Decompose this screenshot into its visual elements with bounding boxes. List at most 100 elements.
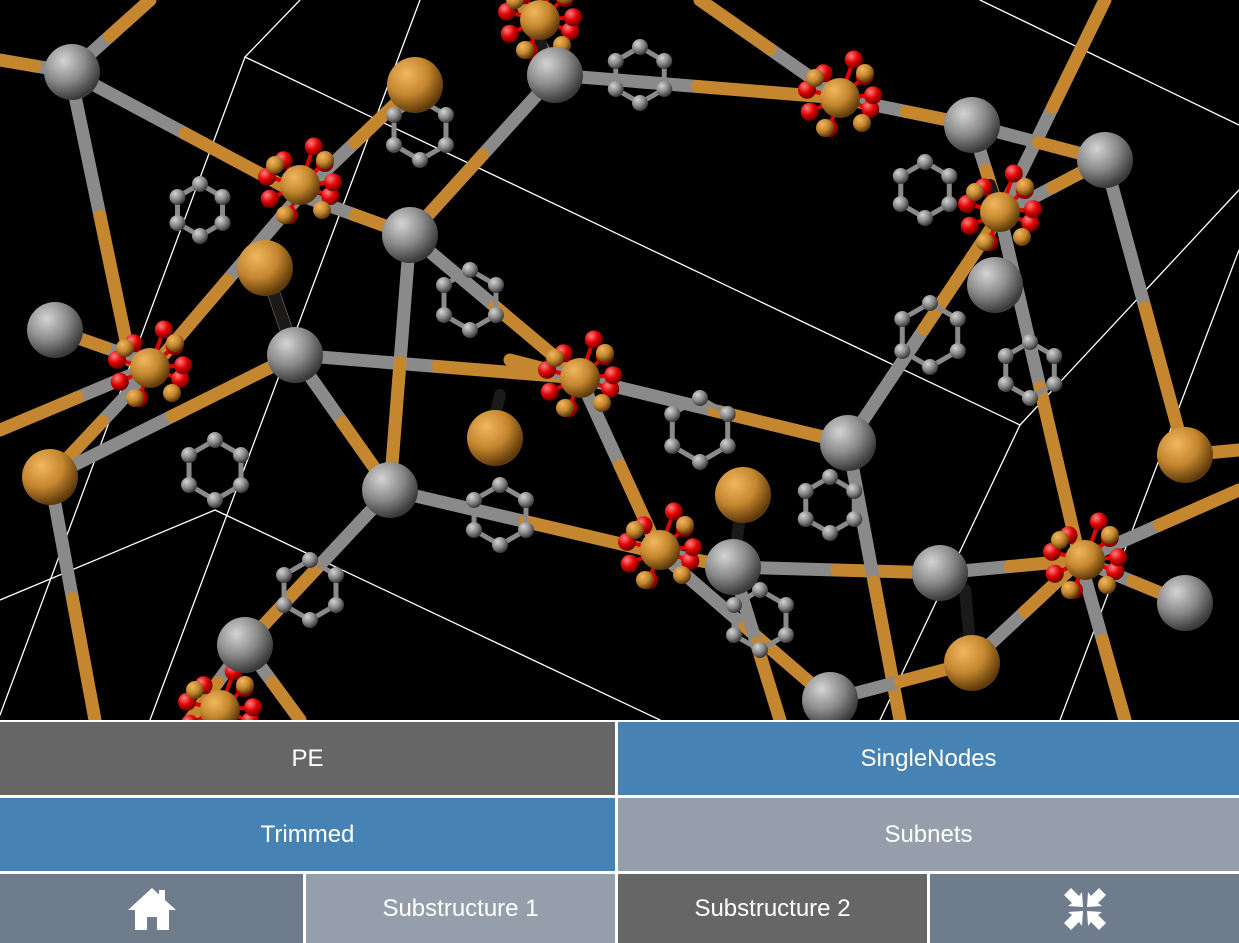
carbon-atom-small bbox=[846, 511, 863, 527]
node-atom-large bbox=[44, 44, 100, 100]
oxygen-atom bbox=[960, 216, 979, 235]
cell-edge bbox=[979, 0, 1239, 126]
metal-atom-small bbox=[593, 394, 611, 412]
metal-atom-small bbox=[966, 183, 984, 201]
carbon-atom-small bbox=[192, 228, 208, 244]
home-icon bbox=[126, 886, 178, 932]
carbon-atom-small bbox=[487, 307, 504, 323]
carbon-atom-small bbox=[997, 348, 1014, 364]
carbon-atom-small bbox=[894, 311, 911, 327]
carbon-atom-small bbox=[1022, 334, 1038, 350]
carbon-atom-small bbox=[517, 522, 534, 538]
metal-atom bbox=[560, 358, 600, 398]
home-button[interactable] bbox=[0, 874, 303, 943]
metal-atom-small bbox=[806, 69, 824, 87]
substructure-1-button[interactable]: Substructure 1 bbox=[306, 874, 615, 943]
collapse-button[interactable] bbox=[930, 874, 1239, 943]
node-atom-large bbox=[820, 415, 876, 471]
carbon-atom-small bbox=[232, 477, 249, 493]
carbon-atom-small bbox=[327, 567, 344, 583]
cell-edge bbox=[244, 0, 301, 58]
node-atom-large bbox=[944, 97, 1000, 153]
metal-node-large bbox=[387, 57, 443, 113]
metal-atom-small bbox=[236, 676, 254, 694]
carbon-atom-small bbox=[169, 215, 186, 231]
metal-atom-small bbox=[516, 41, 534, 59]
carbon-atom-small bbox=[207, 492, 223, 508]
bond bbox=[1096, 633, 1132, 720]
carbon-atom-small bbox=[214, 215, 231, 231]
carbon-atom-small bbox=[719, 438, 736, 454]
substructure-2-button[interactable]: Substructure 2 bbox=[618, 874, 927, 943]
oxygen-atom bbox=[174, 356, 192, 375]
metal-atom-small bbox=[163, 384, 181, 402]
carbon-atom-small bbox=[437, 137, 454, 153]
carbon-atom-small bbox=[302, 612, 318, 628]
carbon-atom-small bbox=[846, 483, 863, 499]
metal-node-large bbox=[715, 467, 771, 523]
metal-atom-small bbox=[1061, 581, 1079, 599]
node-atom-large bbox=[267, 327, 323, 383]
metal-atom-small bbox=[313, 201, 331, 219]
bond bbox=[103, 0, 157, 43]
carbon-atom-small bbox=[437, 107, 454, 123]
bond bbox=[66, 592, 102, 720]
structure-viewer[interactable] bbox=[0, 0, 1239, 720]
metal-atom-small bbox=[976, 233, 994, 251]
metal-atom-small bbox=[853, 114, 871, 132]
carbon-atom-small bbox=[492, 477, 508, 493]
carbon-atom-small bbox=[181, 447, 198, 463]
carbon-atom-small bbox=[466, 492, 483, 508]
carbon-atom-small bbox=[192, 176, 208, 192]
metal-atom-small bbox=[673, 566, 691, 584]
carbon-atom-small bbox=[894, 343, 911, 359]
metal-atom-small bbox=[166, 334, 184, 352]
carbon-atom-small bbox=[1046, 348, 1063, 364]
molecule-canvas[interactable] bbox=[0, 0, 1239, 720]
carbon-atom-small bbox=[822, 469, 838, 485]
node-atom-large bbox=[217, 617, 273, 673]
carbon-atom-small bbox=[487, 277, 504, 293]
oxygen-atom bbox=[1045, 564, 1064, 583]
carbon-atom-small bbox=[466, 522, 483, 538]
oxygen-atom bbox=[324, 173, 342, 192]
carbon-atom-small bbox=[302, 552, 318, 568]
bond bbox=[93, 209, 137, 367]
carbon-atom-small bbox=[607, 53, 624, 69]
carbon-atom-small bbox=[492, 537, 508, 553]
trimmed-button[interactable]: Trimmed bbox=[0, 798, 615, 871]
carbon-atom-small bbox=[181, 477, 198, 493]
metal-atom bbox=[640, 530, 680, 570]
carbon-atom-small bbox=[949, 343, 966, 359]
carbon-atom-small bbox=[917, 210, 933, 226]
bond bbox=[1205, 443, 1239, 459]
carbon-atom-small bbox=[607, 81, 624, 97]
metal-atom-small bbox=[186, 681, 204, 699]
oxygen-atom bbox=[604, 366, 622, 385]
metal-atom bbox=[980, 192, 1020, 232]
oxygen-atom bbox=[244, 698, 262, 717]
bond bbox=[1153, 483, 1239, 532]
subnets-button[interactable]: Subnets bbox=[618, 798, 1239, 871]
metal-node-large bbox=[22, 449, 78, 505]
carbon-atom-small bbox=[517, 492, 534, 508]
metal-atom-small bbox=[556, 399, 574, 417]
pe-button-label: PE bbox=[291, 744, 324, 772]
metal-atom-small bbox=[276, 206, 294, 224]
carbon-atom-small bbox=[997, 376, 1014, 392]
metal-atom-small bbox=[1051, 531, 1069, 549]
carbon-atom-small bbox=[922, 295, 938, 311]
bond bbox=[544, 0, 550, 3]
pe-button[interactable]: PE bbox=[0, 722, 615, 795]
oxygen-atom bbox=[564, 8, 582, 27]
carbon-atom-small bbox=[232, 447, 249, 463]
singlenodes-button[interactable]: SingleNodes bbox=[618, 722, 1239, 795]
carbon-atom-small bbox=[664, 406, 681, 422]
bond bbox=[693, 0, 777, 56]
carbon-atom-small bbox=[949, 311, 966, 327]
oxygen-atom bbox=[1024, 200, 1042, 219]
oxygen-atom bbox=[864, 86, 882, 105]
control-panel: PE SingleNodes Trimmed Subnets Substruct… bbox=[0, 720, 1239, 943]
node-atom-large bbox=[382, 207, 438, 263]
carbon-atom-small bbox=[692, 390, 708, 406]
